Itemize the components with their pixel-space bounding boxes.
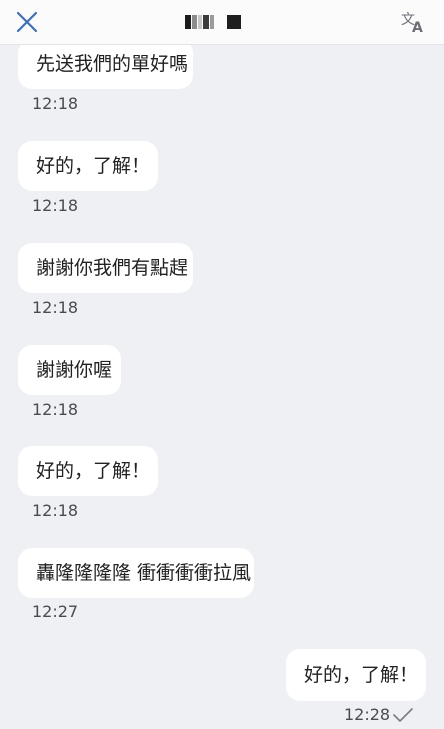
message-bubble[interactable]: 謝謝你我們有點趕 <box>18 243 193 293</box>
message-time: 12:18 <box>32 196 79 215</box>
translate-button[interactable]: 文 A <box>400 8 428 36</box>
message-time: 12:18 <box>32 400 79 419</box>
message-time: 12:27 <box>32 602 79 621</box>
close-icon <box>16 11 38 33</box>
message-time: 12:18 <box>32 298 79 317</box>
message-list[interactable]: 先送我們的單好嗎 12:18 好的，了解！ 12:18 謝謝你我們有點趕 12:… <box>0 39 444 729</box>
message-bubble[interactable]: 好的，了解！ <box>18 446 158 496</box>
message-text: 好的，了解！ <box>36 154 151 177</box>
svg-text:A: A <box>412 20 423 34</box>
message-text: 好的，了解！ <box>304 663 419 686</box>
message-time: 12:18 <box>32 501 79 520</box>
message-bubble[interactable]: 先送我們的單好嗎 <box>18 39 193 89</box>
contact-avatar <box>185 14 215 30</box>
message-bubble[interactable]: 轟隆隆隆隆 衝衝衝衝拉風 <box>18 548 254 598</box>
close-button[interactable] <box>14 9 40 35</box>
message-time: 12:28 <box>344 705 391 724</box>
message-text: 謝謝你喔 <box>36 358 113 381</box>
message-time: 12:18 <box>32 94 79 113</box>
contact-name-block <box>227 15 241 29</box>
message-text: 先送我們的單好嗎 <box>36 52 189 75</box>
chat-title <box>185 10 265 34</box>
message-bubble[interactable]: 好的，了解！ <box>18 141 158 191</box>
message-text: 好的，了解！ <box>36 459 151 482</box>
message-bubble[interactable]: 謝謝你喔 <box>18 345 121 395</box>
message-text: 轟隆隆隆隆 衝衝衝衝拉風 <box>36 561 252 584</box>
chat-header: 文 A <box>0 0 444 45</box>
sent-check-icon <box>393 708 413 722</box>
message-text: 謝謝你我們有點趕 <box>36 256 189 279</box>
message-bubble-outgoing[interactable]: 好的，了解！ <box>286 649 426 701</box>
translate-icon: 文 A <box>401 12 423 34</box>
